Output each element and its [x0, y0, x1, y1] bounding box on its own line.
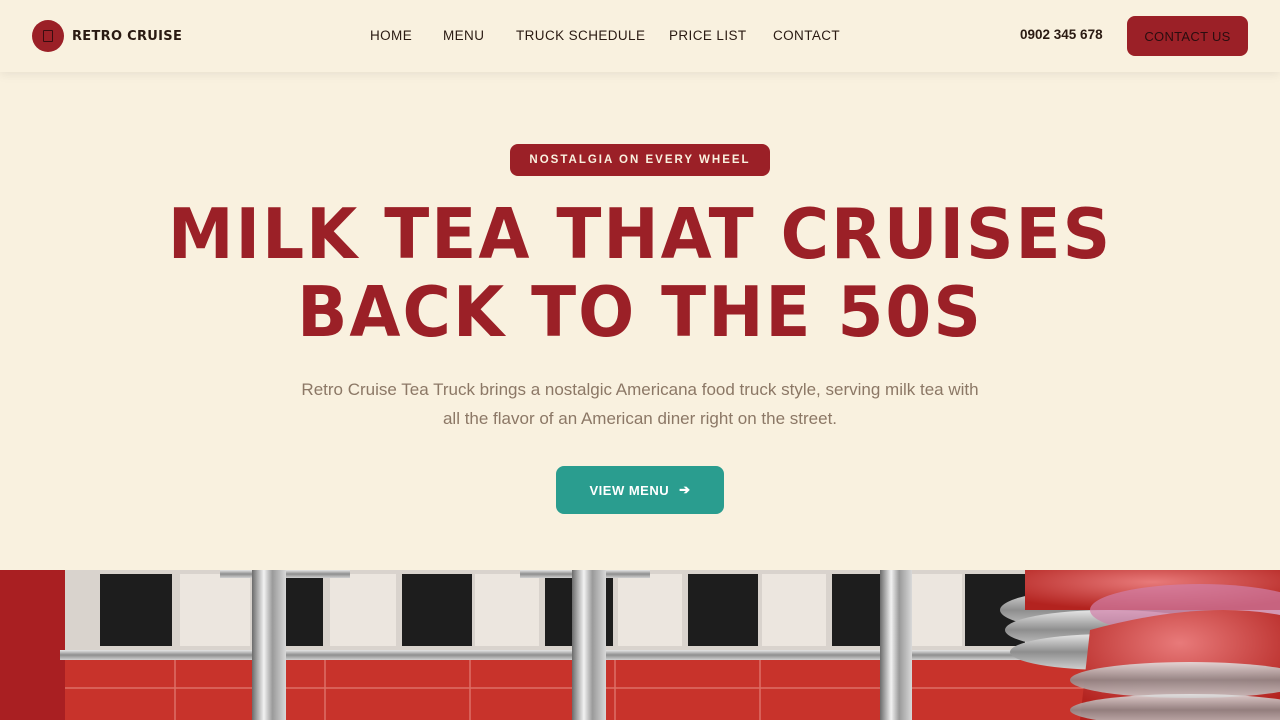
tagline-badge: NOSTALGIA ON EVERY WHEEL [510, 144, 770, 176]
headline-line-2: BACK TO THE 50S [297, 272, 983, 353]
truck-icon [32, 20, 64, 52]
site-header: RETRO CRUISE HOME MENU TRUCK SCHEDULE PR… [0, 0, 1280, 72]
contact-us-button[interactable]: CONTACT US [1127, 16, 1248, 56]
nav-item-contact[interactable]: CONTACT [773, 28, 840, 43]
logo[interactable]: RETRO CRUISE [32, 20, 182, 52]
diner-stools-image [0, 570, 1280, 720]
nav-item-home[interactable]: HOME [370, 28, 412, 43]
nav-item-price-list[interactable]: PRICE LIST [669, 28, 747, 43]
headline-line-1: MILK TEA THAT CRUISES [167, 194, 1113, 275]
nav-item-menu[interactable]: MENU [443, 28, 484, 43]
arrow-right-icon: ➔ [679, 482, 691, 497]
hero-subtitle: Retro Cruise Tea Truck brings a nostalgi… [301, 380, 979, 428]
nav-item-truck-schedule[interactable]: TRUCK SCHEDULE [516, 28, 645, 43]
hero-headline: MILK TEA THAT CRUISES BACK TO THE 50S [0, 194, 1280, 353]
phone-number[interactable]: 0902 345 678 [1020, 27, 1103, 42]
hero-photo [0, 570, 1280, 720]
brand-name: RETRO CRUISE [72, 28, 183, 44]
view-menu-label: VIEW MENU [589, 482, 670, 498]
view-menu-button[interactable]: VIEW MENU ➔ [556, 466, 724, 514]
